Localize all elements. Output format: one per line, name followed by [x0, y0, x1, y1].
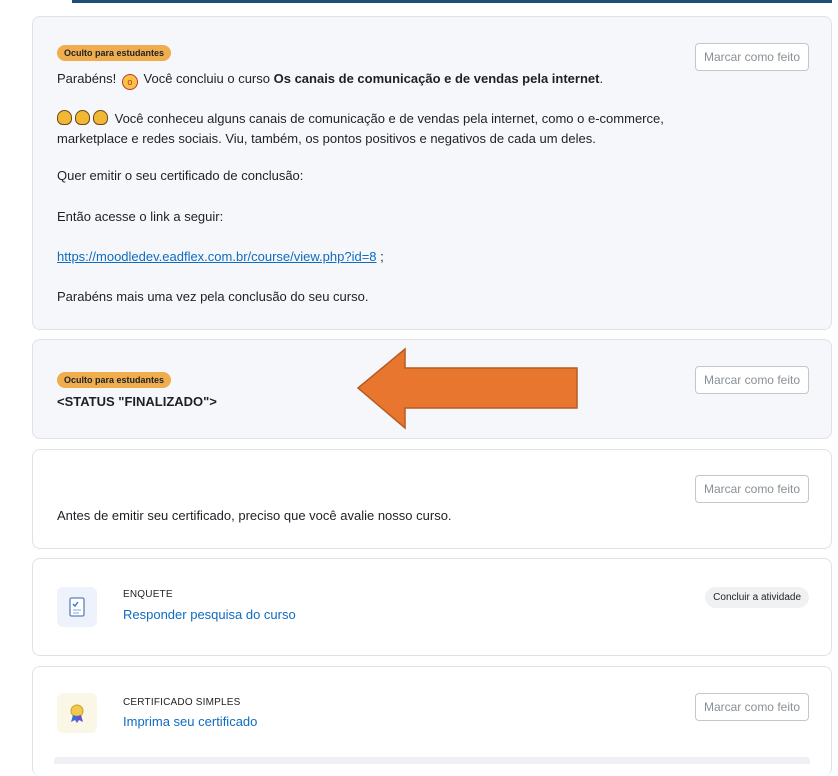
link-suffix: ; — [376, 249, 384, 264]
certificate-icon — [70, 704, 84, 723]
activity-survey: ENQUETE Responder pesquisa do curso Conc… — [32, 558, 832, 656]
activity-type: CERTIFICADO SIMPLES — [123, 697, 241, 708]
course-suffix: . — [599, 71, 604, 86]
left-arrow-annotation-icon — [356, 347, 578, 430]
course-link-line: https://moodledev.eadflex.com.br/course/… — [57, 247, 384, 267]
certificate-question: Quer emitir o seu certificado de conclus… — [57, 168, 304, 183]
hidden-badge: Oculto para estudantes — [57, 45, 172, 61]
course-link[interactable]: https://moodledev.eadflex.com.br/course/… — [57, 249, 377, 264]
survey-icon — [69, 597, 85, 617]
certificate-link[interactable]: Imprima seu certificado — [123, 714, 257, 729]
summary-line-2: marketplace e redes sociais. Viu, também… — [57, 131, 596, 146]
survey-icon-box — [57, 587, 97, 627]
mark-done-button[interactable]: Marcar como feito — [694, 693, 809, 721]
clap-emoji-icon — [75, 110, 90, 125]
closing-text: Parabéns mais uma vez pela conclusão do … — [57, 289, 369, 304]
summary-line-1: Você conheceu alguns canais de comunicaç… — [114, 111, 664, 126]
congrats-mid: Você concluiu o curso — [143, 71, 270, 86]
astonished-emoji-icon: o — [121, 74, 138, 90]
status-text: <STATUS "FINALIZADO"> — [57, 394, 217, 409]
survey-link[interactable]: Responder pesquisa do curso — [123, 607, 296, 622]
certificate-icon-box — [57, 693, 97, 733]
access-instruction: Então acesse o link a seguir: — [57, 209, 224, 224]
complete-activity-badge: Concluir a atividade — [705, 587, 809, 608]
mark-done-button[interactable]: Marcar como feito — [694, 43, 809, 71]
label-evaluate-course: Marcar como feito Antes de emitir seu ce… — [32, 449, 832, 549]
course-name: Os canais de comunicação e de vendas pel… — [273, 71, 600, 86]
mark-done-button[interactable]: Marcar como feito — [694, 475, 809, 503]
clap-emoji-icon — [93, 110, 108, 125]
next-section-edge — [54, 757, 810, 764]
summary-paragraph: Você conheceu alguns canais de comunicaç… — [57, 109, 797, 149]
label-congratulations: Oculto para estudantes Marcar como feito… — [32, 16, 832, 330]
activity-type: ENQUETE — [123, 589, 173, 600]
congrats-prefix: Parabéns! — [57, 71, 117, 86]
congrats-line: Parabéns! o Você concluiu o curso Os can… — [57, 69, 603, 90]
hidden-badge: Oculto para estudantes — [57, 372, 172, 388]
mark-done-button[interactable]: Marcar como feito — [694, 366, 809, 394]
header-divider — [72, 0, 832, 3]
clap-emoji-icon — [57, 110, 72, 125]
evaluate-text: Antes de emitir seu certificado, preciso… — [57, 508, 452, 523]
